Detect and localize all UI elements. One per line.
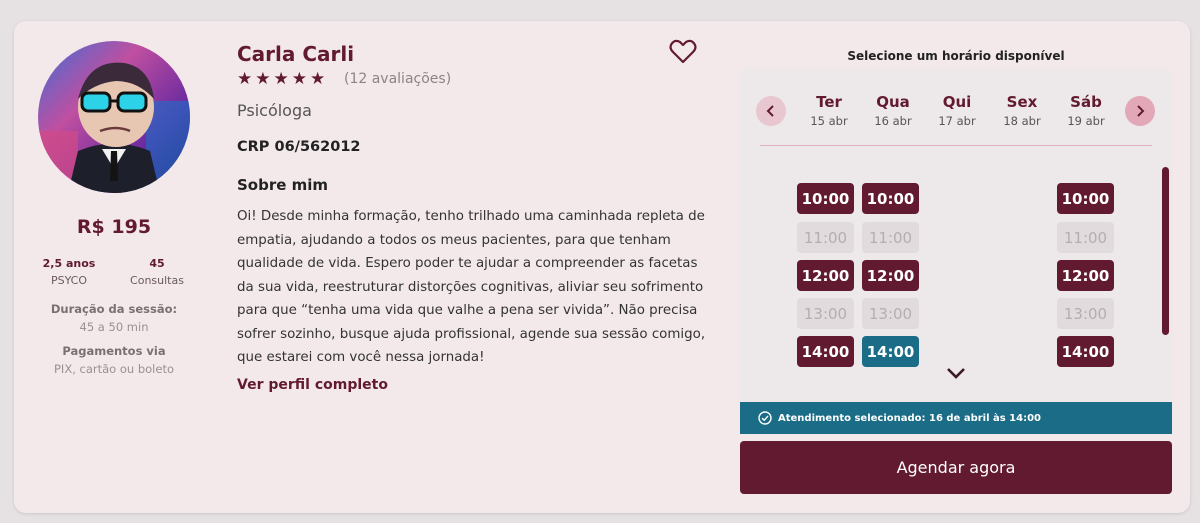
- rating-stars: ★★★★★: [237, 69, 329, 89]
- day-name: Qua: [876, 93, 910, 111]
- psychologist-card: R$ 195 2,5 anos PSYCO 45 Consultas Duraç…: [14, 21, 1190, 513]
- day-date: 17 abr: [938, 114, 976, 128]
- time-slot-qua: 13:00: [862, 298, 919, 329]
- day-date: 15 abr: [810, 114, 848, 128]
- schedule-title: Selecione um horário disponível: [847, 49, 1065, 63]
- time-slot-sab[interactable]: 10:00: [1057, 183, 1114, 214]
- time-slot-sab: 11:00: [1057, 222, 1114, 253]
- time-slot-qua[interactable]: 12:00: [862, 260, 919, 291]
- session-duration-title: Duração da sessão:: [50, 302, 178, 316]
- day-name: Sex: [1006, 93, 1038, 111]
- payment-value: PIX, cartão ou boleto: [54, 362, 174, 376]
- selected-appointment-text: Atendimento selecionado: 16 de abril às …: [778, 412, 1042, 424]
- day-header-ter: Ter 15 abr: [797, 93, 861, 128]
- day-date: 19 abr: [1067, 114, 1105, 128]
- time-slot-qua[interactable]: 14:00: [862, 336, 919, 367]
- calendar-divider: [760, 145, 1152, 146]
- day-date: 18 abr: [1003, 114, 1041, 128]
- session-price: R$ 195: [76, 216, 152, 238]
- time-slot-sab[interactable]: 14:00: [1057, 336, 1114, 367]
- experience-stat: 2,5 anos PSYCO: [34, 257, 104, 287]
- day-date: 16 abr: [874, 114, 912, 128]
- avatar: [38, 41, 190, 193]
- about-text: Oi! Desde minha formação, tenho trilhado…: [237, 209, 706, 365]
- psychologist-name: Carla Carli: [237, 42, 355, 66]
- consultations-stat: 45 Consultas: [122, 257, 192, 287]
- time-slot-ter: 11:00: [797, 222, 854, 253]
- time-slot-qua[interactable]: 10:00: [862, 183, 919, 214]
- chevron-down-icon[interactable]: [945, 365, 967, 381]
- payment-methods: Pagamentos via PIX, cartão ou boleto: [14, 344, 214, 376]
- heart-icon[interactable]: [669, 39, 697, 65]
- payment-title: Pagamentos via: [62, 344, 166, 358]
- session-duration-value: 45 a 50 min: [79, 320, 149, 334]
- time-slot-ter[interactable]: 14:00: [797, 336, 854, 367]
- session-duration: Duração da sessão: 45 a 50 min: [14, 302, 214, 334]
- time-slot-sab: 13:00: [1057, 298, 1114, 329]
- schedule-now-button[interactable]: Agendar agora: [740, 441, 1172, 494]
- about-title: Sobre mim: [237, 176, 329, 194]
- chevron-left-icon[interactable]: [756, 96, 786, 126]
- check-circle-icon: [758, 411, 772, 425]
- time-slot-ter[interactable]: 10:00: [797, 183, 854, 214]
- consultations-label: Consultas: [130, 274, 184, 287]
- day-header-sex: Sex 18 abr: [990, 93, 1054, 128]
- time-slot-ter: 13:00: [797, 298, 854, 329]
- experience-label: PSYCO: [50, 274, 88, 287]
- slots-scrollbar[interactable]: [1162, 167, 1169, 335]
- schedule-calendar: Ter 15 abr Qua 16 abr Qui 17 abr Sex 18 …: [740, 68, 1172, 401]
- day-name: Ter: [816, 93, 842, 111]
- time-slot-sab[interactable]: 12:00: [1057, 260, 1114, 291]
- day-header-qui: Qui 17 abr: [925, 93, 989, 128]
- profession: Psicóloga: [237, 101, 312, 120]
- selected-appointment-banner: Atendimento selecionado: 16 de abril às …: [740, 402, 1172, 434]
- day-name: Qui: [942, 93, 972, 111]
- day-header-sab: Sáb 19 abr: [1054, 93, 1118, 128]
- time-slot-ter[interactable]: 12:00: [797, 260, 854, 291]
- review-count[interactable]: (12 avaliações): [344, 71, 451, 87]
- chevron-right-icon[interactable]: [1125, 96, 1155, 126]
- day-name: Sáb: [1070, 93, 1102, 111]
- crp-number: CRP 06/562012: [237, 139, 361, 155]
- day-header-qua: Qua 16 abr: [861, 93, 925, 128]
- full-profile-link[interactable]: Ver perfil completo: [237, 377, 388, 393]
- consultations-value: 45: [149, 257, 165, 270]
- time-slot-qua: 11:00: [862, 222, 919, 253]
- experience-value: 2,5 anos: [42, 257, 96, 270]
